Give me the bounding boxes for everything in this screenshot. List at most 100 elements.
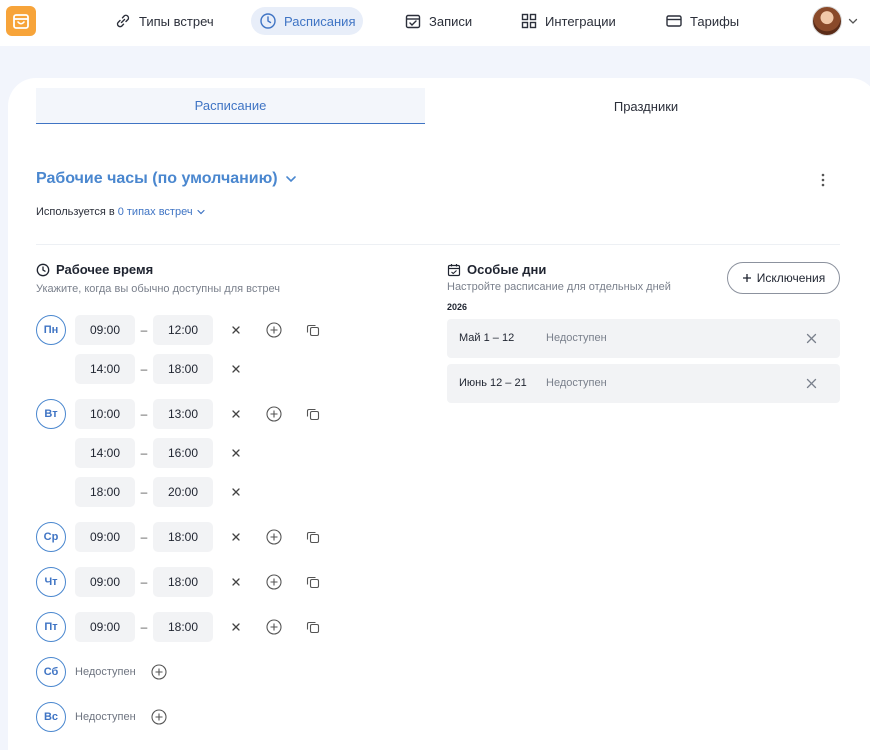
day-badge-mon[interactable]: Пн: [36, 315, 66, 345]
nav-item-bookings[interactable]: Записи: [396, 7, 480, 35]
end-time-field[interactable]: 18:00: [153, 567, 213, 597]
chevron-down-icon[interactable]: [196, 207, 206, 217]
working-hours-subtitle: Укажите, когда вы обычно доступны для вс…: [36, 283, 280, 295]
end-time-field[interactable]: 20:00: [153, 477, 213, 507]
schedule-selector[interactable]: Рабочие часы (по умолчанию): [36, 170, 298, 188]
start-time-field[interactable]: 09:00: [75, 567, 135, 597]
start-time-field[interactable]: 09:00: [75, 315, 135, 345]
copy-icon[interactable]: [306, 407, 320, 421]
special-days-title: Особые дни: [467, 262, 547, 277]
used-in-info: Используется в 0 типах встреч: [36, 206, 206, 218]
app-logo[interactable]: [6, 6, 36, 36]
nav-item-integrations[interactable]: Интеграции: [512, 7, 624, 35]
nav-label: Записи: [429, 13, 473, 29]
close-icon[interactable]: [806, 333, 817, 344]
nav-label: Тарифы: [690, 13, 740, 29]
time-range-dash: –: [140, 446, 148, 460]
unavailable-label: Недоступен: [75, 711, 136, 723]
used-in-prefix: Используется в: [36, 206, 115, 218]
special-day-date: Май 1 – 12: [459, 332, 515, 344]
plus-icon: [742, 274, 751, 282]
nav-item-pricing[interactable]: Тарифы: [657, 7, 747, 35]
end-time-field[interactable]: 16:00: [153, 438, 213, 468]
calendar-icon: [447, 263, 461, 276]
copy-icon[interactable]: [306, 530, 320, 544]
year-label: 2026: [447, 302, 468, 312]
special-day-row[interactable]: Май 1 – 12 Недоступен: [447, 319, 840, 358]
day-badge-sun[interactable]: Вс: [36, 702, 66, 732]
copy-icon[interactable]: [306, 323, 320, 337]
working-hours-header: Рабочее время: [36, 262, 153, 277]
add-slot-icon[interactable]: [151, 709, 167, 725]
remove-slot-icon[interactable]: [230, 531, 242, 543]
end-time-field[interactable]: 18:00: [153, 522, 213, 552]
end-time-field[interactable]: 18:00: [153, 354, 213, 384]
copy-icon[interactable]: [306, 620, 320, 634]
start-time-field[interactable]: 10:00: [75, 399, 135, 429]
tab-label: Расписание: [194, 98, 267, 113]
special-day-row[interactable]: Июнь 12 – 21 Недоступен: [447, 364, 840, 403]
remove-slot-icon[interactable]: [230, 363, 242, 375]
add-slot-icon[interactable]: [266, 322, 282, 338]
remove-slot-icon[interactable]: [230, 447, 242, 459]
nav-label: Интеграции: [545, 13, 616, 29]
add-exception-label: Исключения: [756, 271, 826, 285]
close-icon[interactable]: [806, 378, 817, 389]
tab-holidays[interactable]: Праздники: [450, 88, 842, 124]
special-days-header: Особые дни: [447, 262, 546, 277]
nav-item-meeting-types[interactable]: Типы встреч: [106, 7, 222, 35]
add-slot-icon[interactable]: [266, 529, 282, 545]
time-range-dash: –: [140, 407, 148, 421]
day-badge-sat[interactable]: Сб: [36, 657, 66, 687]
grid-icon: [521, 13, 537, 29]
special-days-subtitle: Настройте расписание для отдельных дней: [447, 281, 671, 293]
top-navigation: Типы встреч Расписания Записи Интеграции…: [0, 0, 870, 46]
start-time-field[interactable]: 14:00: [75, 438, 135, 468]
special-day-date: Июнь 12 – 21: [459, 377, 527, 389]
schedule-title: Рабочие часы (по умолчанию): [36, 170, 278, 187]
remove-slot-icon[interactable]: [230, 576, 242, 588]
copy-icon[interactable]: [306, 575, 320, 589]
start-time-field[interactable]: 18:00: [75, 477, 135, 507]
clock-icon: [260, 13, 276, 29]
end-time-field[interactable]: 13:00: [153, 399, 213, 429]
day-badge-fri[interactable]: Пт: [36, 612, 66, 642]
calendar-smile-icon: [13, 14, 29, 29]
chevron-down-icon: [285, 176, 296, 183]
start-time-field[interactable]: 14:00: [75, 354, 135, 384]
start-time-field[interactable]: 09:00: [75, 522, 135, 552]
chevron-down-icon[interactable]: [847, 15, 859, 27]
more-options-icon[interactable]: [815, 172, 831, 188]
time-range-dash: –: [140, 362, 148, 376]
day-badge-thu[interactable]: Чт: [36, 567, 66, 597]
end-time-field[interactable]: 18:00: [153, 612, 213, 642]
user-avatar[interactable]: [812, 6, 842, 36]
special-day-status: Недоступен: [546, 377, 607, 389]
time-range-dash: –: [140, 575, 148, 589]
tab-schedule[interactable]: Расписание: [36, 88, 425, 124]
link-icon: [116, 14, 130, 28]
remove-slot-icon[interactable]: [230, 486, 242, 498]
unavailable-label: Недоступен: [75, 666, 136, 678]
used-in-link[interactable]: 0 типах встреч: [118, 206, 193, 218]
remove-slot-icon[interactable]: [230, 408, 242, 420]
clock-icon: [36, 263, 50, 276]
section-divider: [36, 244, 840, 245]
add-slot-icon[interactable]: [266, 574, 282, 590]
day-badge-wed[interactable]: Ср: [36, 522, 66, 552]
end-time-field[interactable]: 12:00: [153, 315, 213, 345]
time-range-dash: –: [140, 485, 148, 499]
special-day-status: Недоступен: [546, 332, 607, 344]
day-badge-tue[interactable]: Вт: [36, 399, 66, 429]
add-slot-icon[interactable]: [151, 664, 167, 680]
nav-label: Типы встреч: [139, 13, 214, 29]
add-slot-icon[interactable]: [266, 619, 282, 635]
remove-slot-icon[interactable]: [230, 621, 242, 633]
time-range-dash: –: [140, 530, 148, 544]
add-slot-icon[interactable]: [266, 406, 282, 422]
start-time-field[interactable]: 09:00: [75, 612, 135, 642]
add-exception-button[interactable]: Исключения: [727, 262, 840, 294]
time-range-dash: –: [140, 323, 148, 337]
nav-item-schedules[interactable]: Расписания: [251, 7, 364, 35]
remove-slot-icon[interactable]: [230, 324, 242, 336]
